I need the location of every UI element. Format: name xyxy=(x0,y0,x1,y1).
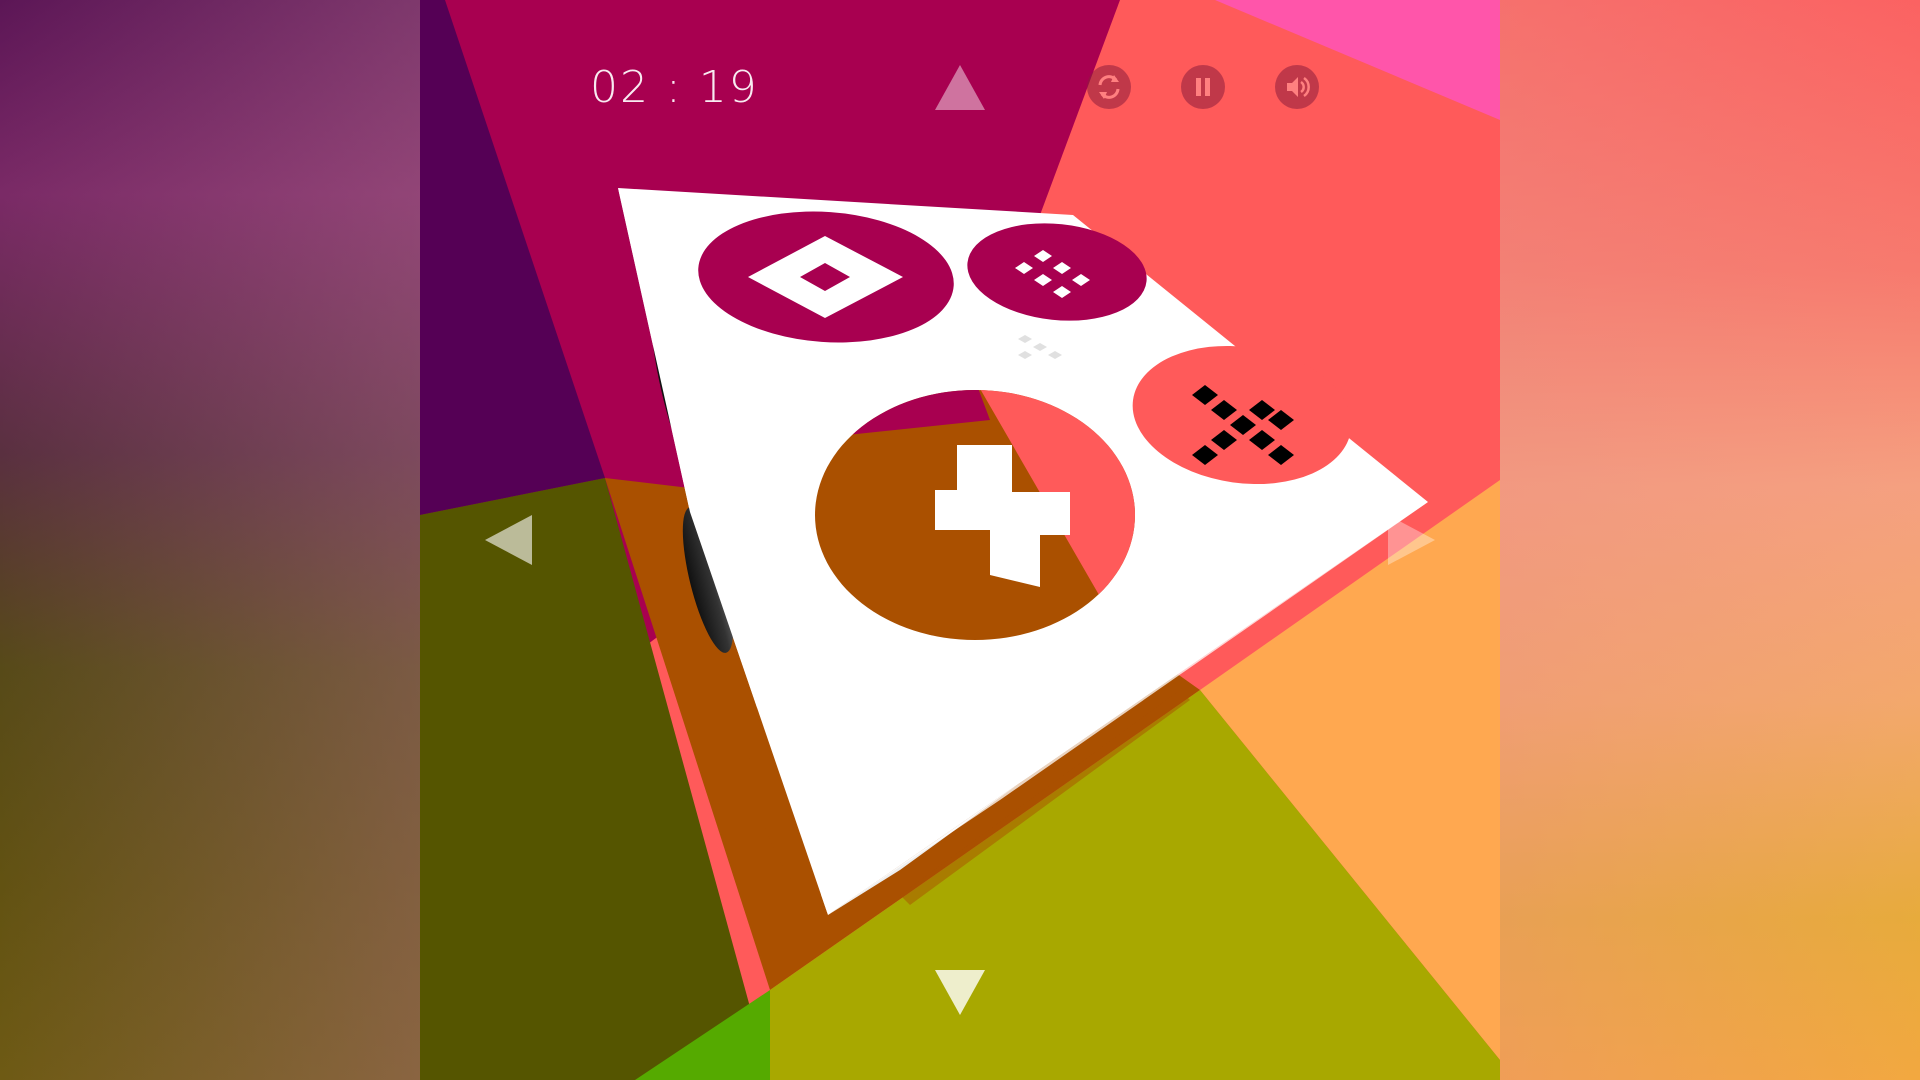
game-scene xyxy=(420,0,1500,1080)
pause-button[interactable] xyxy=(1181,65,1225,109)
pause-icon xyxy=(1196,78,1210,96)
restart-icon xyxy=(1098,75,1120,99)
sound-icon xyxy=(1287,76,1310,98)
timer-display: 02 : 19 xyxy=(590,62,759,113)
restart-button[interactable] xyxy=(1087,65,1131,109)
game-stage: 02 : 19 xyxy=(0,0,1920,1080)
sound-button[interactable] xyxy=(1275,65,1319,109)
